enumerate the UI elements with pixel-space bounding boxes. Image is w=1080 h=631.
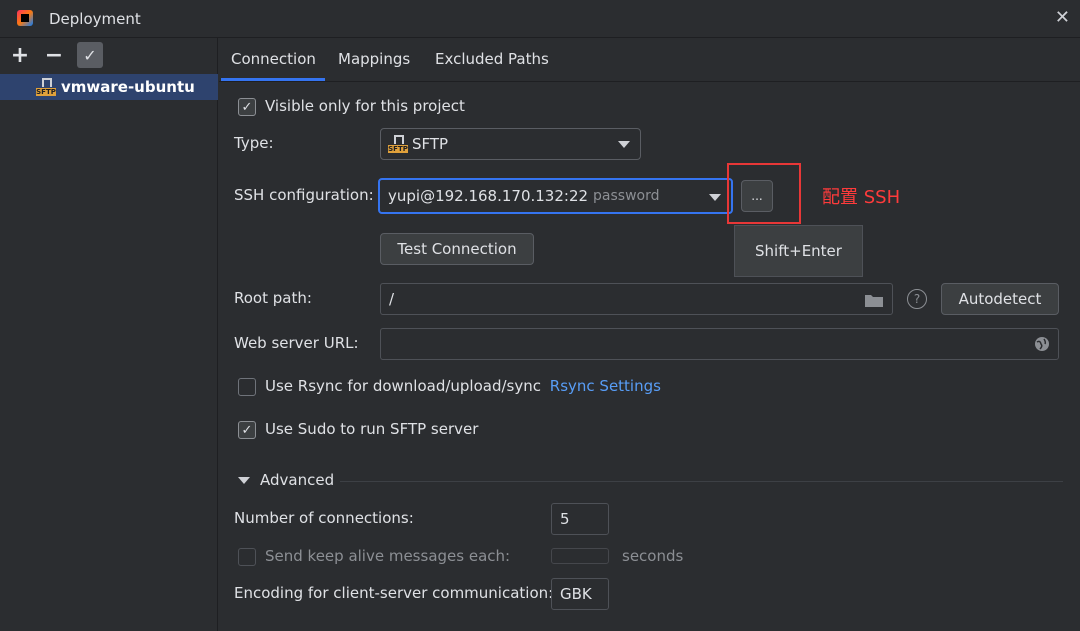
- keep-alive-unit: seconds: [622, 547, 684, 565]
- shortcut-tooltip: Shift+Enter: [734, 225, 863, 277]
- add-server-button[interactable]: +: [7, 42, 33, 68]
- chevron-down-icon: [709, 194, 721, 201]
- ssh-configuration-select[interactable]: yupi@192.168.170.132:22 password: [378, 178, 733, 214]
- server-list-toolbar: + − ✓: [0, 38, 218, 72]
- tab-bar: Connection Mappings Excluded Paths: [219, 38, 1080, 82]
- remove-server-button[interactable]: −: [41, 42, 67, 68]
- help-icon[interactable]: ?: [907, 289, 927, 309]
- tab-mappings[interactable]: Mappings: [338, 50, 410, 68]
- use-sudo-label: Use Sudo to run SFTP server: [265, 420, 479, 438]
- ssh-auth-type: password: [593, 188, 660, 204]
- tab-excluded-paths[interactable]: Excluded Paths: [435, 50, 549, 68]
- use-sudo-checkbox[interactable]: ✓: [238, 421, 256, 439]
- ssh-config-value: yupi@192.168.170.132:22: [388, 187, 589, 205]
- visible-only-label: Visible only for this project: [265, 97, 465, 115]
- set-default-server-button[interactable]: ✓: [77, 42, 103, 68]
- root-path-label: Root path:: [234, 289, 312, 307]
- sftp-server-icon: SFTP: [36, 78, 56, 96]
- number-of-connections-input[interactable]: 5: [551, 503, 609, 535]
- test-connection-button[interactable]: Test Connection: [380, 233, 534, 265]
- visible-only-checkbox[interactable]: ✓: [238, 98, 256, 116]
- type-select[interactable]: SFTP SFTP: [380, 128, 641, 160]
- type-value: SFTP: [412, 135, 449, 153]
- folder-icon[interactable]: [864, 292, 884, 308]
- keep-alive-label: Send keep alive messages each:: [265, 547, 511, 565]
- advanced-separator: [340, 481, 1063, 482]
- pycharm-app-icon: [17, 10, 33, 26]
- web-server-url-input[interactable]: [380, 328, 1059, 360]
- number-of-connections-label: Number of connections:: [234, 509, 414, 527]
- server-name: vmware-ubuntu: [61, 78, 195, 96]
- window-title: Deployment: [49, 10, 141, 28]
- use-rsync-checkbox[interactable]: [238, 378, 256, 396]
- collapse-advanced-icon[interactable]: [238, 477, 250, 484]
- chevron-down-icon: [618, 141, 630, 148]
- encoding-input[interactable]: GBK: [551, 578, 609, 610]
- sftp-icon: SFTP: [388, 135, 408, 153]
- root-path-input[interactable]: /: [380, 283, 893, 315]
- use-rsync-text: Use Rsync for download/upload/sync: [265, 377, 541, 395]
- close-icon[interactable]: ✕: [1055, 7, 1070, 28]
- globe-icon[interactable]: [1034, 336, 1050, 352]
- encoding-value: GBK: [560, 585, 592, 603]
- type-label: Type:: [234, 134, 274, 152]
- annotation-text: 配置 SSH: [822, 187, 901, 208]
- root-path-value: /: [389, 290, 395, 308]
- autodetect-button[interactable]: Autodetect: [941, 283, 1059, 315]
- keep-alive-checkbox[interactable]: [238, 548, 256, 566]
- annotation-highlight-box: [727, 163, 801, 224]
- rsync-settings-link[interactable]: Rsync Settings: [550, 377, 661, 395]
- number-of-connections-value: 5: [560, 510, 570, 528]
- ssh-configuration-label: SSH configuration:: [234, 186, 374, 204]
- advanced-section-title[interactable]: Advanced: [260, 471, 334, 489]
- server-list-item[interactable]: SFTP vmware-ubuntu: [0, 74, 218, 100]
- title-bar: Deployment ✕: [0, 0, 1080, 38]
- web-server-url-label: Web server URL:: [234, 334, 359, 352]
- server-list-panel: + − ✓ SFTP vmware-ubuntu: [0, 38, 218, 631]
- encoding-label: Encoding for client-server communication…: [234, 584, 554, 602]
- keep-alive-input[interactable]: [551, 548, 609, 564]
- tab-connection[interactable]: Connection: [231, 50, 316, 68]
- use-rsync-label: Use Rsync for download/upload/sync Rsync…: [265, 377, 661, 395]
- active-tab-indicator: [221, 78, 325, 81]
